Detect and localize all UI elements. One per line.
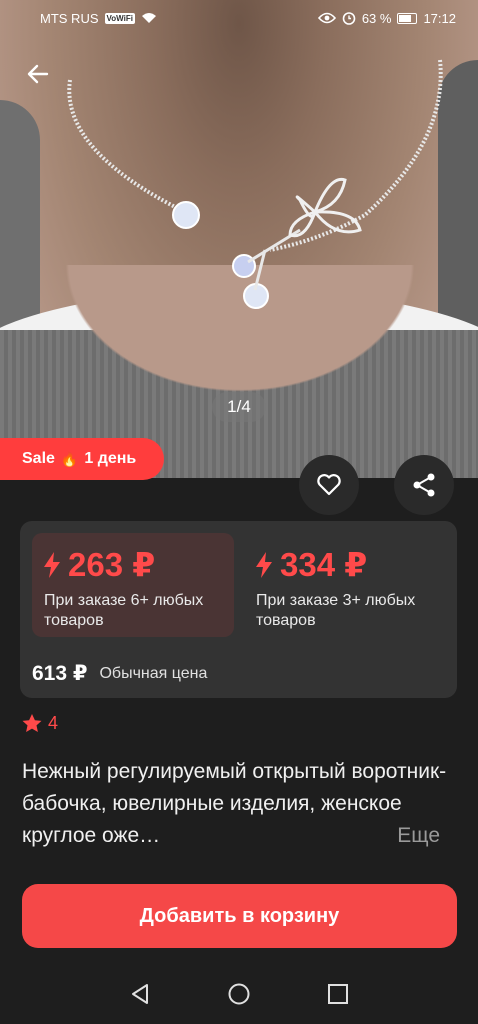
nav-recents-icon (328, 984, 349, 1004)
carrier-name: MTS RUS (40, 10, 99, 26)
sale-duration: 1 день (84, 450, 137, 467)
eye-icon (317, 12, 336, 24)
battery-icon (397, 12, 418, 24)
price-tier-6-plus[interactable]: 263 ₽ При заказе 6+ любых товаров (32, 533, 234, 637)
tier-price: 263 ₽ (68, 546, 156, 583)
tier-price-row: 334 ₽ (256, 545, 434, 585)
nav-recents-button[interactable] (318, 974, 358, 1014)
sale-label: Sale (22, 450, 55, 467)
more-link[interactable]: Еще (391, 820, 440, 852)
nav-back-icon (131, 984, 148, 1004)
battery-percent: 63 % (361, 10, 392, 26)
back-button[interactable] (20, 56, 56, 92)
nav-back-button[interactable] (120, 974, 160, 1014)
product-title: Нежный регулируемый открытый воротник-ба… (22, 756, 452, 852)
rating-value: 4 (48, 713, 59, 733)
product-title-text: Нежный регулируемый открытый воротник-ба… (22, 760, 447, 847)
regular-price: 613 ₽ (32, 662, 88, 685)
vowifi-badge: VoWiFi (104, 12, 135, 24)
clock: 17:12 (423, 10, 456, 26)
tier-note: При заказе 6+ любых товаров (44, 592, 204, 629)
star-icon (22, 714, 42, 732)
alarm-icon (342, 12, 356, 25)
tier-price-row: 263 ₽ (44, 545, 222, 585)
tier-price: 334 ₽ (280, 546, 368, 583)
status-right: 63 % 17:12 (317, 10, 456, 26)
heart-icon (317, 474, 341, 496)
flash-icon (256, 552, 272, 578)
image-counter: 1/4 (212, 392, 266, 422)
status-left: MTS RUS VoWiFi (40, 11, 157, 26)
regular-price-row: 613 ₽ Обычная цена (32, 661, 207, 686)
nav-home-icon (228, 983, 250, 1005)
tier-note: При заказе 3+ любых товаров (256, 592, 416, 629)
battery-level (399, 14, 411, 22)
add-to-cart-button[interactable]: Добавить в корзину (22, 884, 457, 948)
wifi-icon (141, 13, 156, 23)
share-button[interactable] (394, 455, 454, 515)
flash-icon (44, 552, 60, 578)
status-bar: MTS RUS VoWiFi 63 % 17:12 (0, 0, 478, 36)
regular-price-label: Обычная цена (99, 664, 208, 682)
flame-icon: 🔥 (60, 450, 79, 467)
sale-badge: Sale 🔥 1 день (0, 438, 164, 480)
share-icon (413, 473, 435, 497)
favorite-button[interactable] (299, 455, 359, 515)
price-card: 263 ₽ При заказе 6+ любых товаров 334 ₽ … (20, 521, 457, 698)
price-tier-3-plus[interactable]: 334 ₽ При заказе 3+ любых товаров (244, 533, 446, 637)
system-nav-bar (0, 964, 478, 1024)
nav-home-button[interactable] (219, 974, 259, 1014)
rating[interactable]: 4 (22, 713, 58, 734)
back-arrow-icon (27, 64, 49, 84)
